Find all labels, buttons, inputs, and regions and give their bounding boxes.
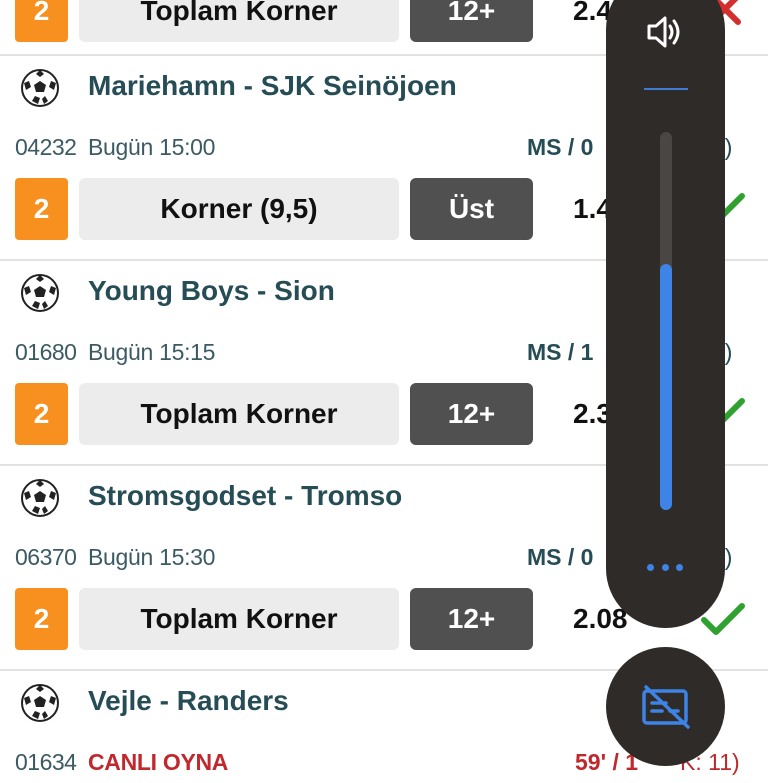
- soccer-ball-icon: [21, 69, 59, 107]
- market-button[interactable]: Toplam Korner: [79, 588, 399, 650]
- soccer-ball-icon: [21, 684, 59, 722]
- bet-number-badge: 2: [15, 0, 68, 42]
- market-button[interactable]: Korner (9,5): [79, 178, 399, 240]
- pick-button[interactable]: 12+: [410, 588, 533, 650]
- captions-off-icon: [642, 685, 690, 729]
- captions-off-button[interactable]: [606, 647, 725, 766]
- match-score: MS / 0: [527, 544, 594, 570]
- match-time: Bugün 15:30: [88, 544, 216, 570]
- volume-divider: [644, 88, 688, 90]
- volume-panel[interactable]: [606, 0, 725, 628]
- bet-number-badge: 2: [15, 588, 68, 650]
- match-code: 04232: [15, 134, 77, 160]
- match-time: Bugün 15:15: [88, 339, 216, 365]
- bet-number-badge: 2: [15, 178, 68, 240]
- match-teams: Vejle - Randers: [88, 685, 289, 716]
- speaker-icon[interactable]: [643, 10, 687, 54]
- match-code: 01634: [15, 749, 77, 775]
- pick-button[interactable]: 12+: [410, 383, 533, 445]
- market-button[interactable]: Toplam Korner: [79, 383, 399, 445]
- match-score: MS / 1: [527, 339, 594, 365]
- bet-number-badge: 2: [15, 383, 68, 445]
- more-dots-icon[interactable]: [643, 552, 687, 582]
- pick-button[interactable]: Üst: [410, 178, 533, 240]
- match-teams: Mariehamn - SJK Seinöjoen: [88, 70, 457, 101]
- volume-slider[interactable]: [660, 132, 672, 510]
- match-code: 01680: [15, 339, 77, 365]
- match-code: 06370: [15, 544, 77, 570]
- soccer-ball-icon: [21, 479, 59, 517]
- soccer-ball-icon: [21, 274, 59, 312]
- volume-slider-fill: [660, 264, 672, 510]
- match-teams: Stromsgodset - Tromso: [88, 480, 403, 511]
- match-score: MS / 0: [527, 134, 594, 160]
- match-time: Bugün 15:00: [88, 134, 216, 160]
- live-label[interactable]: CANLI OYNA: [88, 749, 228, 776]
- pick-button[interactable]: 12+: [410, 0, 533, 42]
- market-button[interactable]: Toplam Korner: [79, 0, 399, 42]
- match-teams: Young Boys - Sion: [88, 275, 335, 306]
